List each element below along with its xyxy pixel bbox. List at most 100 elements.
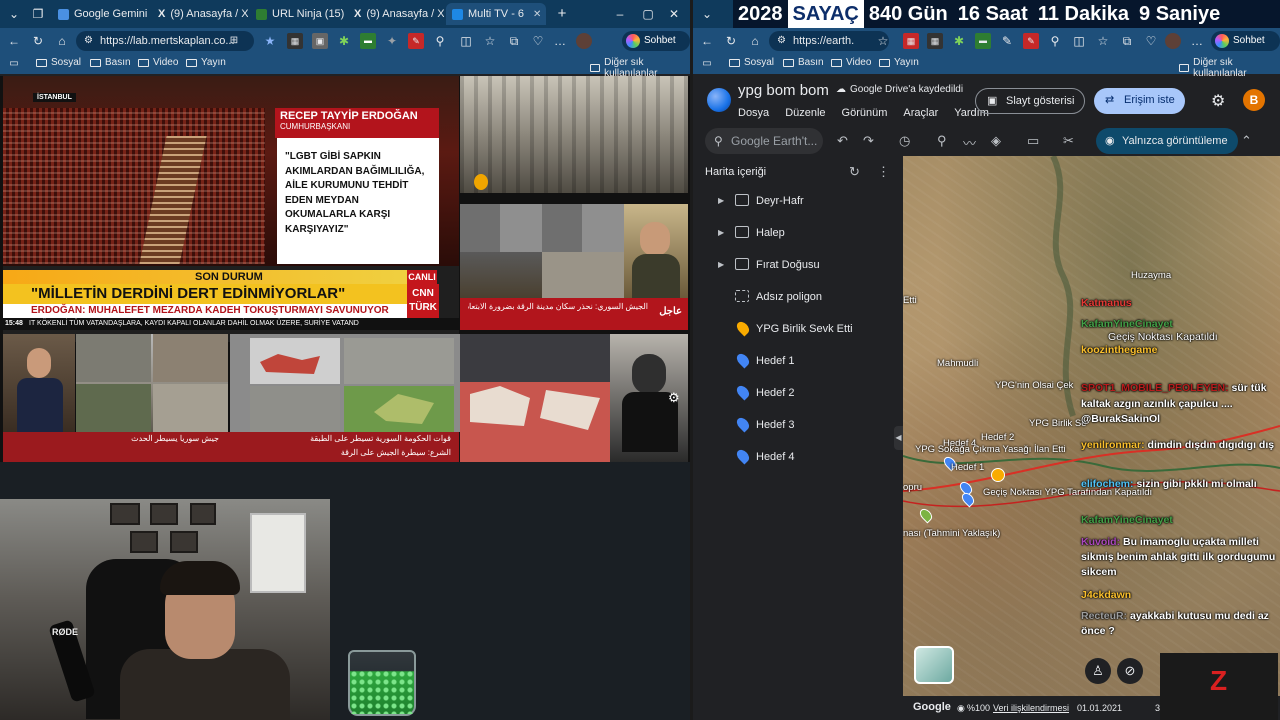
more-menu-icon[interactable]: … — [552, 33, 568, 49]
menu-araclar[interactable]: Araçlar — [903, 107, 938, 119]
map-pin-yellow[interactable] — [991, 468, 1005, 482]
collapse-icon[interactable]: ⌃ — [1241, 133, 1252, 149]
tv-tile-map-red[interactable] — [460, 334, 610, 462]
bookmark-folder-sosyal[interactable]: Sosyal — [36, 57, 81, 68]
new-tab-icon[interactable]: + — [554, 6, 570, 22]
extensions-puzzle-icon[interactable]: ⚲ — [1047, 33, 1063, 49]
bookmark-folder-sosyal[interactable]: Sosyal — [729, 57, 774, 68]
map-item-folder[interactable]: ▶ Halep — [693, 220, 903, 248]
map-item-placemark[interactable]: Hedef 1 — [693, 348, 903, 376]
tab-url-ninja[interactable]: URL Ninja (15) ✕ — [250, 3, 346, 25]
extensions-puzzle-icon[interactable]: ⚲ — [432, 33, 448, 49]
profile-avatar[interactable] — [1165, 33, 1181, 49]
tv-tile-maps[interactable] — [230, 334, 460, 432]
sidebar-toggle-icon[interactable]: ▭ — [6, 56, 22, 72]
back-icon[interactable]: ← — [6, 33, 22, 49]
map-item-placemark[interactable]: Hedef 2 — [693, 380, 903, 408]
bookmark-folder-yayin[interactable]: Yayın — [186, 57, 226, 68]
extension-icon[interactable]: ▣ — [312, 33, 328, 49]
tv-tile-convoy[interactable] — [460, 204, 624, 298]
address-bar[interactable]: ⚙ https://earth. — [769, 31, 889, 51]
map-style-thumbnail[interactable] — [914, 646, 954, 684]
bookmark-folder-video[interactable]: Video — [138, 57, 178, 68]
close-icon[interactable]: ✕ — [533, 9, 541, 20]
back-icon[interactable]: ← — [699, 33, 715, 49]
collections-icon[interactable]: ⧉ — [506, 33, 522, 49]
tv-tile-soldier[interactable]: ⚙ — [610, 334, 688, 462]
bookmark-folder-video[interactable]: Video — [831, 57, 871, 68]
tab-list-icon[interactable]: ⌄ — [6, 6, 22, 22]
heart-icon[interactable]: ♡ — [1143, 33, 1159, 49]
extension-icon[interactable]: ▦ — [287, 33, 303, 49]
map-item-placemark[interactable]: Hedef 3 — [693, 412, 903, 440]
favorites-icon[interactable]: ☆ — [482, 33, 498, 49]
tab-multi-tv[interactable]: Multi TV - 6 ✕ — [446, 3, 546, 25]
tv-tile-presenter[interactable] — [3, 334, 75, 432]
menu-gorunum[interactable]: Görünüm — [842, 107, 888, 119]
minimize-icon[interactable]: – — [612, 6, 628, 22]
split-screen-icon[interactable]: ◫ — [1071, 33, 1087, 49]
favorite-star-icon[interactable]: ★ — [262, 33, 278, 49]
maximize-icon[interactable]: ▢ — [640, 6, 656, 22]
layers-icon[interactable]: ◈ — [991, 133, 1001, 149]
satellite-map[interactable]: Huzayma Etti Mahmudli YPG'nin Olsai Çek … — [903, 156, 1280, 696]
pegman-icon[interactable]: ♙ — [1085, 658, 1111, 684]
undo-icon[interactable]: ↶ — [837, 133, 848, 149]
menu-dosya[interactable]: Dosya — [738, 107, 769, 119]
tab-x-1[interactable]: X (9) Anasayfa / X ✕ — [152, 3, 248, 25]
draw-path-icon[interactable]: 〰 — [963, 133, 976, 152]
google-earth-logo-icon[interactable] — [707, 88, 731, 112]
map-item-polygon[interactable]: Adsız poligon — [693, 284, 903, 312]
slideshow-button[interactable]: ▣ Slayt gösterisi — [975, 88, 1086, 114]
refresh-icon[interactable]: ↻ — [30, 33, 46, 49]
tab-gemini[interactable]: Google Gemini ✕ — [52, 3, 150, 25]
bookmark-folder-yayin[interactable]: Yayın — [879, 57, 919, 68]
tv-tile-street[interactable] — [76, 334, 228, 432]
refresh-icon[interactable]: ↻ — [723, 33, 739, 49]
expand-arrow-icon[interactable]: ▶ — [718, 228, 724, 237]
home-icon[interactable]: ⌂ — [747, 33, 763, 49]
settings-gear-icon[interactable]: ⚙ — [668, 390, 680, 406]
map-item-placemark[interactable]: Hedef 4 — [693, 444, 903, 472]
bookmark-folder-basin[interactable]: Basın — [90, 57, 131, 68]
extension-icon[interactable]: ▬ — [360, 33, 376, 49]
sidebar-toggle-icon[interactable]: ▭ — [699, 56, 715, 72]
tools-icon[interactable]: ✂ — [1063, 133, 1074, 149]
map-item-folder[interactable]: ▶ Deyr-Hafr — [693, 188, 903, 216]
profile-avatar[interactable] — [576, 33, 592, 49]
favorites-icon[interactable]: ☆ — [1095, 33, 1111, 49]
pen-icon[interactable]: ✎ — [999, 33, 1015, 49]
tab-x-2[interactable]: X (9) Anasayfa / X ✕ — [348, 3, 444, 25]
favorite-star-icon[interactable]: ☆ — [875, 33, 891, 49]
more-menu-icon[interactable]: … — [1189, 33, 1205, 49]
map-item-placemark[interactable]: YPG Birlik Sevk Etti — [693, 316, 903, 344]
extension-icon[interactable]: ✎ — [408, 33, 424, 49]
data-attribution-link[interactable]: Veri ilişkilendirmesi — [993, 703, 1069, 713]
project-title[interactable]: ypg bom bom — [738, 82, 829, 99]
map-item-folder[interactable]: ▶ Fırat Doğusu — [693, 252, 903, 280]
more-vert-icon[interactable]: ⋮ — [877, 164, 890, 180]
add-placemark-icon[interactable]: ⚲ — [937, 133, 947, 149]
collapse-panel-handle[interactable]: ◀ — [894, 426, 903, 450]
camera-icon[interactable]: ◉ — [957, 703, 965, 714]
workspaces-icon[interactable]: ❐ — [30, 6, 46, 22]
user-avatar[interactable]: B — [1243, 89, 1265, 111]
extension-icon[interactable]: ▦ — [903, 33, 919, 49]
view-only-button[interactable]: ◉ Yalnızca görüntüleme — [1096, 128, 1238, 154]
extension-icon[interactable]: ▦ — [927, 33, 943, 49]
extension-icon[interactable]: ✱ — [951, 33, 967, 49]
copilot-chat-button[interactable]: Sohbet et — [622, 31, 690, 66]
tv-tile-reporter[interactable] — [624, 204, 688, 298]
extension-icon[interactable]: ✦ — [384, 33, 400, 49]
expand-arrow-icon[interactable]: ▶ — [718, 260, 724, 269]
tv-tile-archive[interactable] — [460, 76, 688, 198]
extension-icon[interactable]: ✱ — [336, 33, 352, 49]
home-icon[interactable]: ⌂ — [54, 33, 70, 49]
bookmark-folder-basin[interactable]: Basın — [783, 57, 824, 68]
refresh-icon[interactable]: ↻ — [849, 164, 860, 180]
copilot-chat-button[interactable]: Sohbet et — [1211, 31, 1280, 66]
settings-gear-icon[interactable]: ⚙ — [1211, 91, 1225, 111]
split-screen-icon[interactable]: ◫ — [458, 33, 474, 49]
tab-list-icon[interactable]: ⌄ — [699, 6, 715, 22]
measure-icon[interactable]: ▭ — [1027, 133, 1039, 149]
